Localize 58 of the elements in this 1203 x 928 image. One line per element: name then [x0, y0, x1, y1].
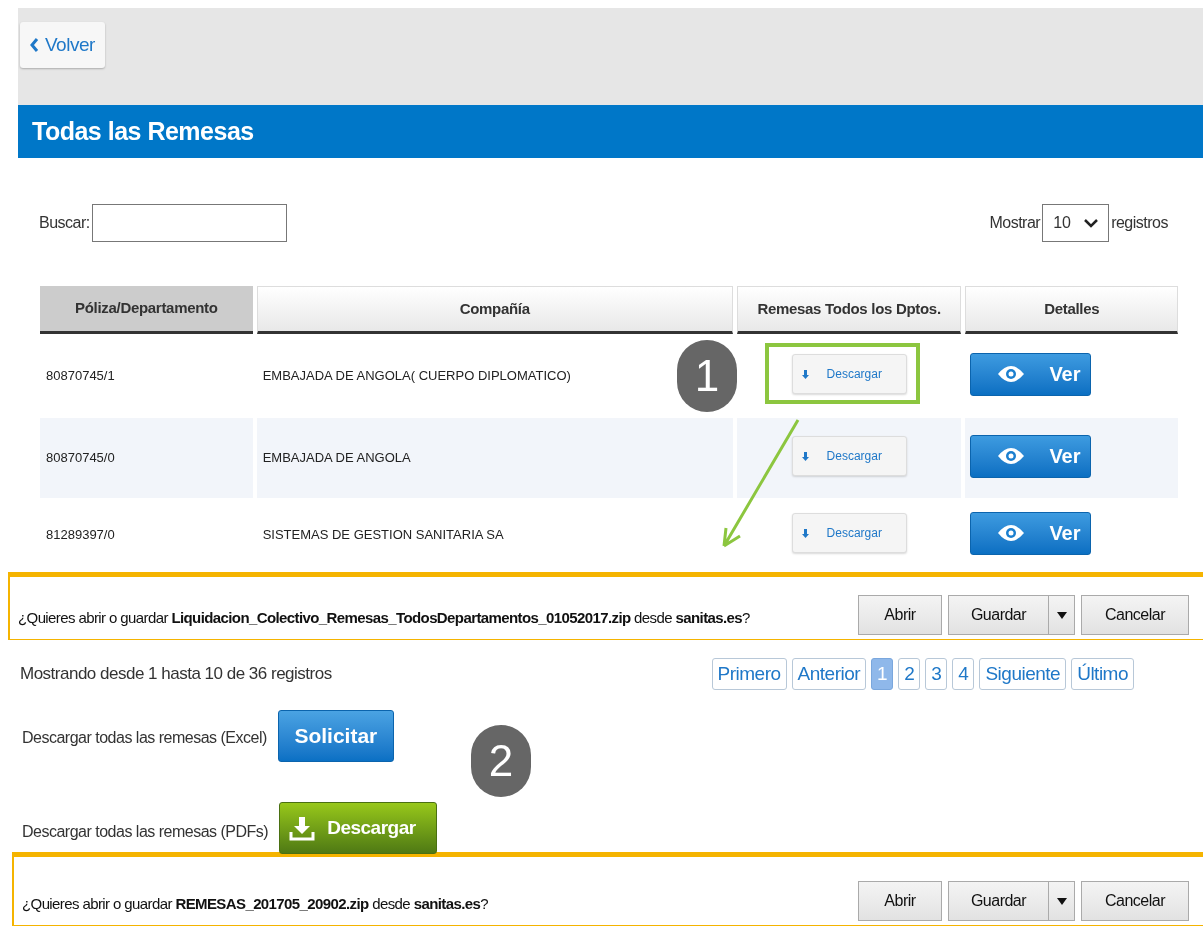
download-prompt: ¿Quieres abrir o guardar REMESAS_201705_20902.zip desde sanitas.es? [22, 893, 488, 914]
page-button[interactable]: 3 [925, 658, 948, 690]
cancel-button[interactable]: Cancelar [1081, 595, 1189, 635]
search-field[interactable] [91, 204, 287, 242]
download-label: Descargar todas las remesas (PDFs) [22, 822, 269, 842]
page-button[interactable]: Anterior [791, 658, 867, 690]
download-button[interactable]: Descargar [791, 354, 907, 394]
page-button[interactable]: 4 [952, 658, 975, 690]
save-options-button[interactable] [1049, 595, 1075, 635]
arrow-down-icon [801, 528, 809, 538]
download-icon [289, 815, 316, 841]
dropdown-triangle-icon [1056, 897, 1067, 905]
download-label: Descargar todas las remesas (Excel) [22, 728, 267, 748]
page-size-select[interactable]: 10 [1042, 204, 1110, 242]
request-button[interactable]: Solicitar [277, 710, 394, 762]
step-number: 2 [471, 725, 531, 797]
eye-icon [997, 523, 1026, 543]
view-button[interactable]: Ver [970, 511, 1092, 555]
save-button[interactable]: Guardar [948, 881, 1049, 921]
download-prompt: ¿Quieres abrir o guardar Liquidacion_Colectivo_Remesas_TodosDepartamentos_01052017.zip desde sanitas.es? [18, 607, 750, 628]
column-header[interactable]: Compañía [256, 286, 733, 334]
back-button[interactable]: Volver [20, 22, 105, 68]
records-label: registros [1111, 213, 1168, 233]
open-button[interactable]: Abrir [858, 595, 942, 635]
search-label: Buscar: [39, 213, 90, 233]
page-button[interactable]: 2 [898, 658, 921, 690]
page-title: Todas las Remesas [32, 115, 254, 147]
table-cell-text: EMBAJADA DE ANGOLA [262, 449, 411, 468]
page-button[interactable]: Último [1071, 658, 1134, 690]
table-cell-text: 80870745/0 [46, 449, 115, 468]
chevron-down-icon [1084, 218, 1099, 228]
table-cell-text: 80870745/1 [46, 367, 115, 386]
table-cell-text: SISTEMAS DE GESTION SANITARIA SA [262, 526, 504, 545]
open-button[interactable]: Abrir [858, 881, 942, 921]
save-options-button[interactable] [1049, 881, 1075, 921]
table-cell-text: EMBAJADA DE ANGOLA( CUERPO DIPLOMATICO) [262, 367, 571, 386]
arrow-down-icon [801, 369, 809, 379]
chevron-left-icon [30, 38, 39, 52]
show-label: Mostrar [989, 213, 1041, 233]
records-info: Mostrando desde 1 hasta 10 de 36 registros [20, 663, 332, 686]
page-button[interactable]: Siguiente [979, 658, 1067, 690]
eye-icon [997, 446, 1026, 466]
step-number: 1 [677, 340, 737, 412]
table-cell-text: 81289397/0 [46, 526, 115, 545]
view-button[interactable]: Ver [970, 352, 1092, 396]
arrow-down-icon [801, 451, 809, 461]
view-button[interactable]: Ver [970, 434, 1092, 478]
page-button[interactable]: Primero [711, 658, 787, 690]
column-header[interactable]: Remesas Todos los Dptos. [736, 286, 962, 334]
column-header[interactable]: Detalles [965, 286, 1178, 334]
save-button[interactable]: Guardar [948, 595, 1049, 635]
cancel-button[interactable]: Cancelar [1081, 881, 1189, 921]
download-all-button[interactable]: Descargar [279, 802, 438, 854]
download-button[interactable]: Descargar [791, 436, 907, 476]
column-header[interactable]: Póliza/Departamento [40, 286, 253, 334]
dropdown-triangle-icon [1056, 611, 1067, 619]
eye-icon [997, 364, 1026, 384]
download-button[interactable]: Descargar [791, 513, 907, 553]
